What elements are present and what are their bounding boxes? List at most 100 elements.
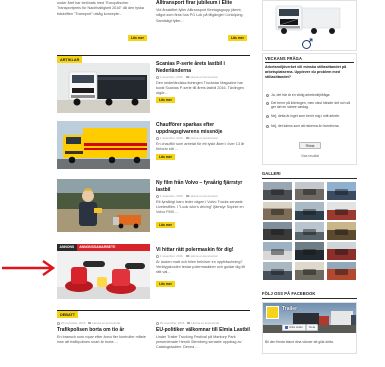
gallery-thumbnail[interactable] [263, 202, 292, 220]
article-date: 1 november, 2016 [159, 254, 183, 259]
article-image-volvo-film[interactable] [57, 179, 150, 232]
gallery-thumbnail[interactable] [295, 222, 324, 240]
gallery-thumbnail[interactable] [327, 202, 356, 220]
comment-link[interactable]: Lämna en kommentar [190, 194, 218, 198]
gallery-thumbnail[interactable] [295, 262, 324, 280]
debate-meta: 15 november, 2016 Lämna en kommentar [156, 321, 219, 326]
gallery-thumbnail[interactable] [327, 222, 356, 240]
article-excerpt: Den nederländska tidningen Truckstar Mag… [156, 81, 244, 95]
ad-tag: ANNONS [57, 244, 77, 251]
poll-option-label[interactable]: Nej, det känns som att riskerna är överd… [271, 124, 339, 128]
read-more-button[interactable]: Läs mer [156, 281, 176, 287]
top-article-title[interactable]: Alltransport firar jubileum i Elite [156, 0, 250, 7]
child-remote-truck-photo [57, 179, 150, 232]
poll-option-label[interactable]: Nej, detta är inget som berör mig i mitt… [271, 114, 340, 118]
gallery-thumbnail[interactable] [295, 182, 324, 200]
section-divider [57, 55, 250, 56]
article-image-polisher[interactable] [57, 251, 150, 299]
gallery-thumbnail[interactable] [327, 242, 356, 260]
article-image-scania[interactable] [57, 63, 150, 113]
clock-icon [156, 76, 159, 79]
poll-option[interactable]: Nej, det känns som att riskerna är överd… [266, 124, 355, 128]
poll-heading-divider [265, 62, 354, 63]
gallery-thumbnail[interactable] [295, 202, 324, 220]
gallery-grid [263, 182, 356, 280]
top-article-excerpt-right: Vid årsskiftet fyller Alltransport föret… [156, 8, 244, 23]
gallery-thumbnail[interactable] [263, 182, 292, 200]
section-divider [57, 310, 250, 311]
article-meta: 1 november, 2016 Lämna en kommentar [156, 254, 218, 259]
article-date: 15 november, 2016 [60, 321, 86, 326]
ad-sponsor-bar: ANNONSSAMARBETE [76, 244, 150, 251]
comment-link[interactable]: Lämna en kommentar [190, 75, 218, 79]
comment-icon [187, 322, 191, 325]
radio-icon[interactable] [266, 114, 269, 118]
debate-excerpt: Under Trailer Trucking Festival på Manto… [156, 335, 242, 349]
gallery-thumbnail[interactable] [327, 182, 356, 200]
gallery-heading: GALLERI [262, 171, 281, 176]
comment-link[interactable]: Lämna en kommentar [191, 321, 219, 325]
view-results-link[interactable]: Visa resultat [290, 154, 330, 158]
poll-option[interactable]: Ja, det här är en viktig arbetsmiljöfråg… [266, 93, 355, 97]
article-meta: 1 november, 2016 Lämna en kommentar [156, 194, 218, 199]
comment-link[interactable]: Lämna en kommentar [190, 136, 218, 140]
facebook-share-button[interactable]: Dela [306, 324, 319, 331]
section-label-articles: ARTIKLAR [57, 56, 83, 63]
article-title[interactable]: Ny film från Volvo – fyraårig fjärrstyr … [156, 180, 250, 194]
comment-icon [185, 195, 189, 198]
debate-title[interactable]: EU-politiker välkomnar till Elmia Lastbi… [156, 327, 250, 334]
facebook-like-button[interactable]: Gilla sidan [282, 324, 307, 331]
gallery-thumbnail[interactable] [263, 242, 292, 260]
facebook-page-avatar[interactable] [266, 306, 279, 319]
clock-icon [156, 137, 159, 140]
read-more-button[interactable]: Läs mer [128, 35, 148, 41]
gallery-thumbnail[interactable] [327, 262, 356, 280]
gallery-thumbnail[interactable] [295, 242, 324, 260]
top-article-excerpt-left: under året har belönats med ”Europäische… [57, 1, 144, 16]
facebook-share-label: Dela [309, 325, 316, 329]
vote-button[interactable]: Rösta [299, 142, 321, 149]
debate-title[interactable]: Trafikpolisen borta om tio år [57, 327, 151, 334]
facebook-friends-text: Bli den första bland dina vänner att gil… [265, 340, 334, 344]
radio-icon[interactable] [266, 124, 269, 128]
radio-icon[interactable] [266, 93, 269, 97]
poll-option-label[interactable]: Ja, det här är en viktig arbetsmiljöfråg… [271, 93, 330, 97]
ad-title[interactable]: Vi hittar rätt polermaskin för dig! [156, 247, 256, 254]
scania-truck-photo [57, 63, 150, 113]
red-arrow-icon [0, 258, 56, 278]
clock-icon [57, 322, 60, 325]
dhl-truck-photo [57, 121, 150, 169]
clock-icon [156, 195, 159, 198]
read-more-button[interactable]: Läs mer [156, 222, 176, 228]
poll-option[interactable]: Nej, detta är inget som berör mig i mitt… [266, 114, 355, 118]
article-meta: 1 november, 2016 Lämna en kommentar [156, 136, 218, 141]
facebook-page-name[interactable]: Trailer [282, 306, 297, 312]
debate-excerpt: En bransch som ropar efter ännu fler kon… [57, 335, 146, 344]
read-more-button[interactable]: Läs mer [156, 154, 176, 160]
radio-icon[interactable] [266, 101, 269, 105]
article-date: 1 november, 2016 [159, 194, 183, 199]
clock-icon [156, 255, 159, 258]
comment-icon [185, 76, 189, 79]
poll-option[interactable]: Det beror på körningen, men visst händer… [266, 101, 355, 110]
article-image-dhl[interactable] [57, 121, 150, 169]
article-excerpt: En chaufför som arbetat för ett tyskt åk… [156, 142, 245, 151]
ad-excerpt: Är lacken matt och bilen behöver en uppf… [156, 260, 246, 274]
volvo-logo-icon [302, 38, 313, 49]
comment-link[interactable]: Lämna en kommentar [92, 321, 120, 325]
ad-label-bar: ANNONS ANNONSSAMARBETE [57, 244, 150, 251]
poll-question: Arbetsmiljöverket vill minska stillasitt… [265, 65, 347, 79]
comment-link[interactable]: Lämna en kommentar [190, 254, 218, 258]
comment-icon [185, 255, 189, 258]
read-more-button[interactable]: Läs mer [156, 97, 176, 103]
poll-heading: VECKANS FRÅGA [265, 56, 303, 61]
article-title[interactable]: Scanias P-serie årets lastbil i Nederlän… [156, 61, 250, 75]
article-title[interactable]: Chaufförer sparkas efter uppdragsgivaren… [156, 122, 250, 136]
facebook-heading: FÖLJ OSS PÅ FACEBOOK [262, 291, 316, 296]
gallery-thumbnail[interactable] [263, 222, 292, 240]
facebook-icon [285, 326, 288, 329]
volvo-ad-banner[interactable] [262, 0, 357, 51]
gallery-thumbnail[interactable] [263, 262, 292, 280]
poll-option-label[interactable]: Det beror på körningen, men visst händer… [271, 101, 355, 110]
read-more-button[interactable]: Läs mer [228, 35, 248, 41]
